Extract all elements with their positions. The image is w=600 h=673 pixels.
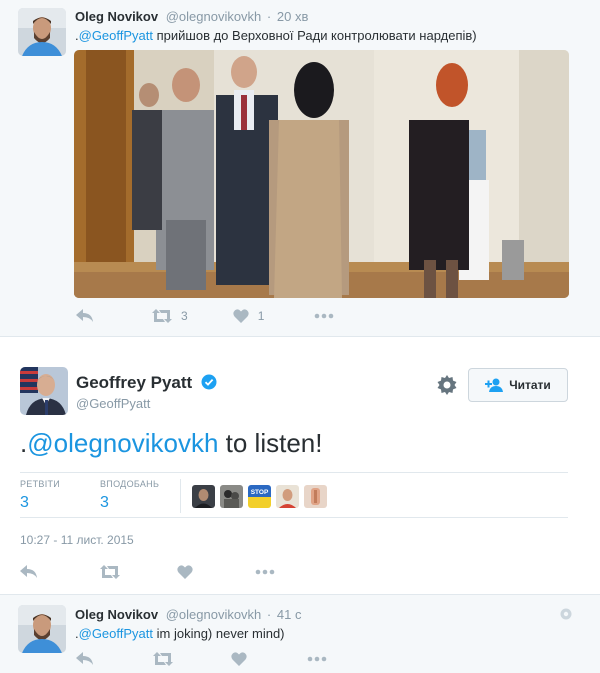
avatar-oleg-novikov[interactable] [18, 8, 66, 56]
tweet-text: .@GeoffPyatt im joking) never mind) [75, 626, 285, 641]
likes-stat[interactable]: ВПОДОБАНЬ 3 [100, 479, 159, 512]
tweet-header: Oleg Novikov @olegnovikovkh · 41 с [75, 607, 301, 622]
text-body: im joking) never mind) [153, 626, 285, 641]
like-button[interactable] [177, 565, 193, 579]
liker-avatar[interactable] [192, 485, 215, 508]
avatar-geoffrey-pyatt[interactable] [20, 367, 68, 415]
heart-icon [177, 565, 193, 579]
author-name-text: Geoffrey Pyatt [76, 373, 193, 392]
tweet-reply-parent[interactable]: Oleg Novikov @olegnovikovkh · 20 хв .@Ge… [0, 0, 600, 337]
reply-icon [76, 309, 93, 322]
author-handle[interactable]: @GeoffPyatt [76, 396, 150, 411]
text-body: to listen! [218, 428, 323, 458]
heart-icon [231, 652, 247, 666]
more-button[interactable] [314, 313, 334, 319]
tweet-header: Oleg Novikov @olegnovikovkh · 20 хв [75, 9, 308, 24]
more-icon [315, 313, 334, 319]
retweet-button[interactable]: 3 [152, 309, 188, 323]
tweet-actions [20, 565, 319, 579]
follow-button[interactable]: Читати [468, 368, 568, 402]
follow-label: Читати [509, 378, 551, 392]
tweet-actions: 3 1 [76, 309, 378, 323]
author-handle[interactable]: @olegnovikovkh [166, 607, 262, 622]
liker-avatar[interactable] [276, 485, 299, 508]
retweets-label: РЕТВІТИ [20, 479, 61, 489]
gear-button[interactable] [437, 375, 457, 400]
retweet-icon [152, 309, 172, 323]
tweet-time[interactable]: 41 с [277, 607, 302, 622]
follow-icon [485, 378, 504, 392]
mention-link[interactable]: @olegnovikovkh [27, 428, 218, 458]
author-handle[interactable]: @olegnovikovkh [166, 9, 262, 24]
liker-avatar[interactable] [304, 485, 327, 508]
gear-icon [437, 375, 457, 395]
author-name[interactable]: Oleg Novikov [75, 9, 158, 24]
retweets-value: 3 [20, 494, 29, 511]
tweet-stats: РЕТВІТИ 3 ВПОДОБАНЬ 3 STOP [20, 472, 568, 518]
like-button[interactable]: 1 [233, 309, 265, 323]
verified-icon [201, 374, 217, 390]
more-button[interactable] [307, 656, 327, 662]
tweet-menu-button[interactable] [560, 607, 572, 625]
separator-dot: · [266, 9, 272, 24]
reply-icon [20, 565, 37, 578]
more-icon [307, 656, 327, 662]
reply-icon [76, 652, 93, 665]
tweet-text: .@GeoffPyatt прийшов до Верховної Ради к… [75, 28, 477, 43]
like-count: 1 [257, 309, 265, 323]
retweet-button[interactable] [153, 652, 173, 666]
avatar-oleg-novikov[interactable] [18, 605, 66, 653]
liker-stop-text: STOP [251, 489, 269, 496]
retweet-icon [153, 652, 173, 666]
more-button[interactable] [255, 569, 275, 575]
reply-button[interactable] [76, 309, 94, 323]
tweet-timestamp[interactable]: 10:27 - 11 лист. 2015 [20, 533, 134, 547]
author-name[interactable]: Geoffrey Pyatt [76, 373, 217, 393]
liker-avatar[interactable] [220, 485, 243, 508]
reply-tweet[interactable]: Oleg Novikov @olegnovikovkh · 41 с .@Geo… [0, 595, 600, 673]
reply-button[interactable] [76, 652, 94, 666]
likes-value: 3 [100, 494, 109, 511]
tweet-actions [76, 652, 371, 666]
likes-label: ВПОДОБАНЬ [100, 479, 160, 489]
separator-dot: · [266, 607, 272, 622]
mention-link[interactable]: @GeoffPyatt [79, 626, 153, 641]
like-button[interactable] [231, 652, 247, 666]
heart-icon [233, 309, 249, 323]
tweet-time[interactable]: 20 хв [277, 9, 308, 24]
liker-avatar[interactable]: STOP [248, 485, 271, 508]
retweet-count: 3 [181, 309, 188, 323]
retweets-stat[interactable]: РЕТВІТИ 3 [20, 479, 60, 512]
likers-avatars: STOP [192, 485, 332, 508]
mention-link[interactable]: @GeoffPyatt [79, 28, 153, 43]
text-body: прийшов до Верховної Ради контролювати н… [153, 28, 477, 43]
tweet-photo[interactable] [74, 50, 569, 298]
more-icon [255, 569, 275, 575]
retweet-button[interactable] [100, 565, 120, 579]
tweet-text: .@olegnovikovkh to listen! [20, 428, 322, 459]
caret-icon [560, 608, 572, 620]
stats-divider [180, 479, 181, 513]
reply-button[interactable] [20, 565, 38, 579]
retweet-icon [100, 565, 120, 579]
author-name[interactable]: Oleg Novikov [75, 607, 158, 622]
